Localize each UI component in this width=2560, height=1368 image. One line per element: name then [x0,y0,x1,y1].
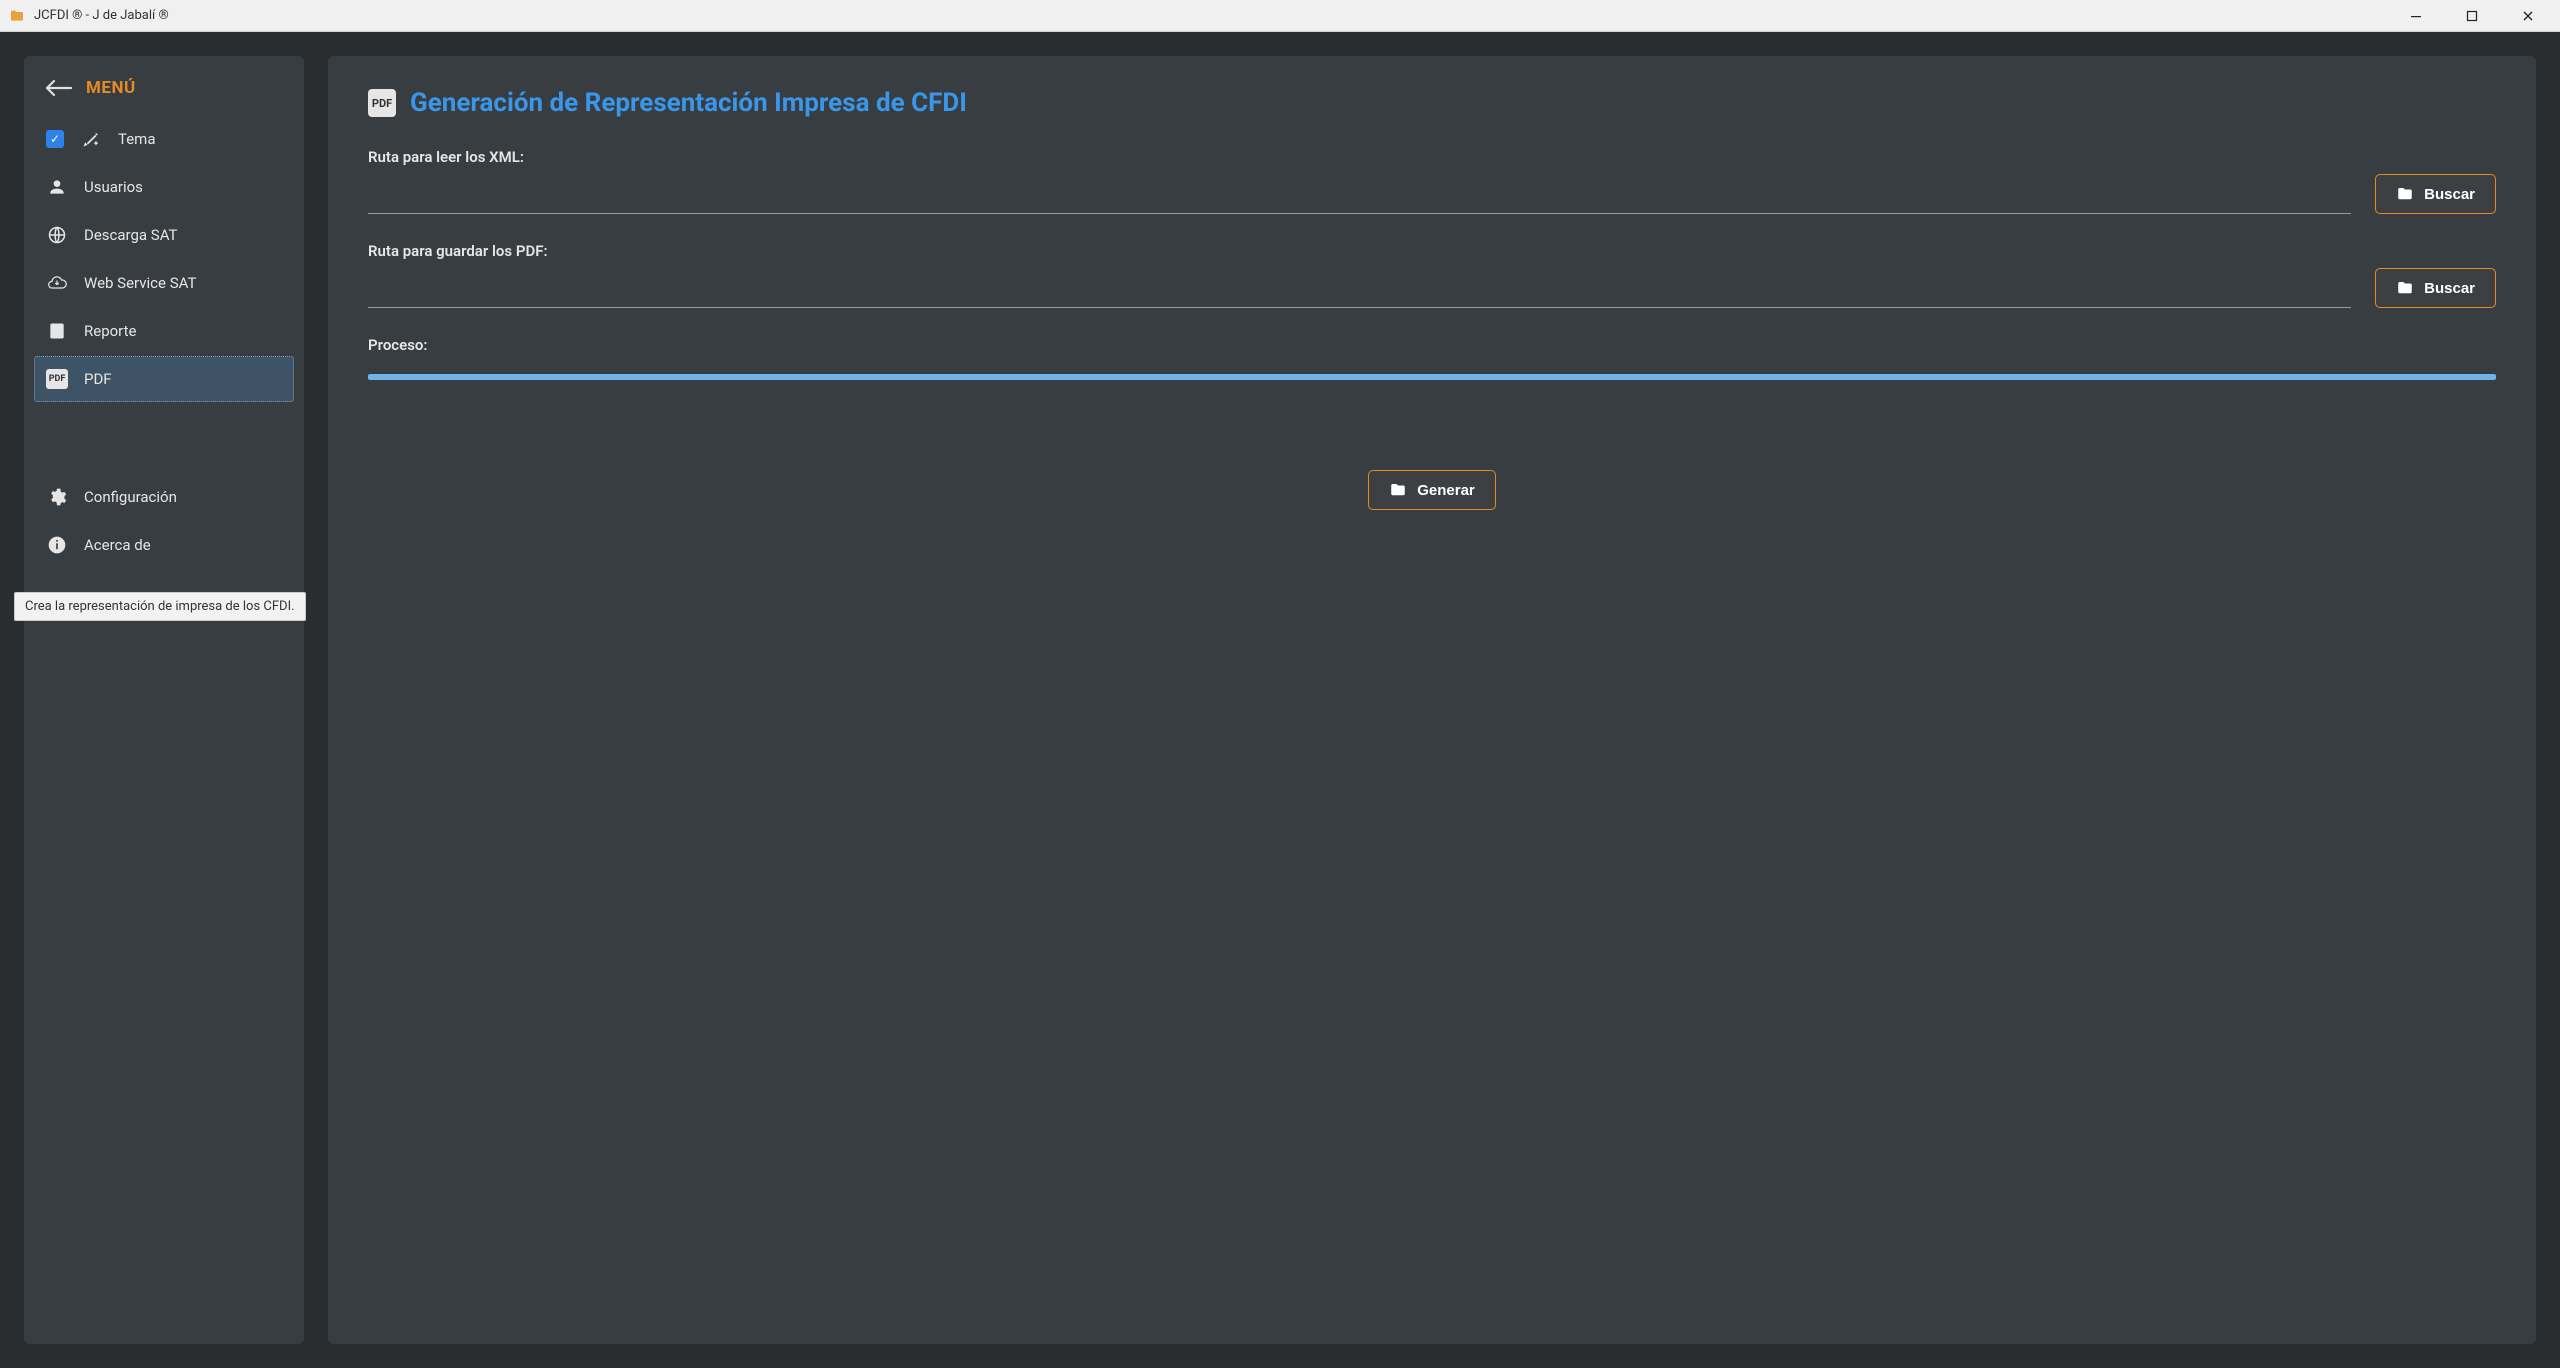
user-icon [46,176,68,198]
pdf-path-label: Ruta para guardar los PDF: [368,242,2351,260]
sidebar-item-label: Configuración [84,488,177,506]
info-icon [46,534,68,556]
app-icon [8,7,26,25]
gear-icon [46,486,68,508]
browse-xml-button[interactable]: Buscar [2375,174,2496,214]
sidebar-item-label: Descarga SAT [84,226,178,244]
window-titlebar: JCFDI ® - J de Jabalí ® [0,0,2560,32]
sidebar: MENÚ ✓ Tema Usuarios Descarga SAT [24,56,304,1344]
page-title: Generación de Representación Impresa de … [410,88,967,118]
menu-title: MENÚ [86,78,136,98]
cloud-download-icon [46,272,68,294]
sidebar-item-web-service-sat[interactable]: Web Service SAT [34,260,294,306]
window-title: JCFDI ® - J de Jabalí ® [34,8,169,23]
sidebar-item-configuracion[interactable]: Configuración [34,474,294,520]
window-maximize-button[interactable] [2456,4,2488,28]
sidebar-tooltip: Crea la representación de impresa de los… [14,592,306,621]
sidebar-item-reporte[interactable]: Reporte [34,308,294,354]
folder-icon [2396,279,2414,297]
pdf-path-input[interactable] [368,280,2351,308]
xml-path-label: Ruta para leer los XML: [368,148,2351,166]
progress-bar [368,374,2496,380]
sidebar-item-label: Reporte [84,322,137,340]
pdf-icon: PDF [368,89,396,117]
folder-icon [1389,481,1407,499]
sidebar-item-label: Usuarios [84,178,143,196]
button-label: Buscar [2424,280,2475,297]
xml-path-input[interactable] [368,186,2351,214]
sidebar-item-label: Tema [118,130,156,148]
sidebar-item-label: Acerca de [84,536,151,554]
sidebar-item-usuarios[interactable]: Usuarios [34,164,294,210]
sidebar-item-label: Web Service SAT [84,274,196,292]
button-label: Buscar [2424,186,2475,203]
globe-icon [46,224,68,246]
browse-pdf-button[interactable]: Buscar [2375,268,2496,308]
pdf-icon: PDF [46,368,68,390]
sidebar-item-tema[interactable]: ✓ Tema [34,116,294,162]
wand-icon [80,128,102,150]
checkbox-checked-icon: ✓ [46,130,64,148]
folder-icon [2396,185,2414,203]
sidebar-item-pdf[interactable]: PDF PDF [34,356,294,402]
button-label: Generar [1417,482,1475,499]
back-arrow-icon[interactable] [44,78,72,98]
window-close-button[interactable] [2512,4,2544,28]
chart-icon [46,320,68,342]
main-content: PDF Generación de Representación Impresa… [328,56,2536,1344]
process-label: Proceso: [368,336,2496,354]
sidebar-item-label: PDF [84,370,112,388]
sidebar-item-descarga-sat[interactable]: Descarga SAT [34,212,294,258]
sidebar-item-acerca-de[interactable]: Acerca de [34,522,294,568]
generate-button[interactable]: Generar [1368,470,1496,510]
window-minimize-button[interactable] [2400,4,2432,28]
